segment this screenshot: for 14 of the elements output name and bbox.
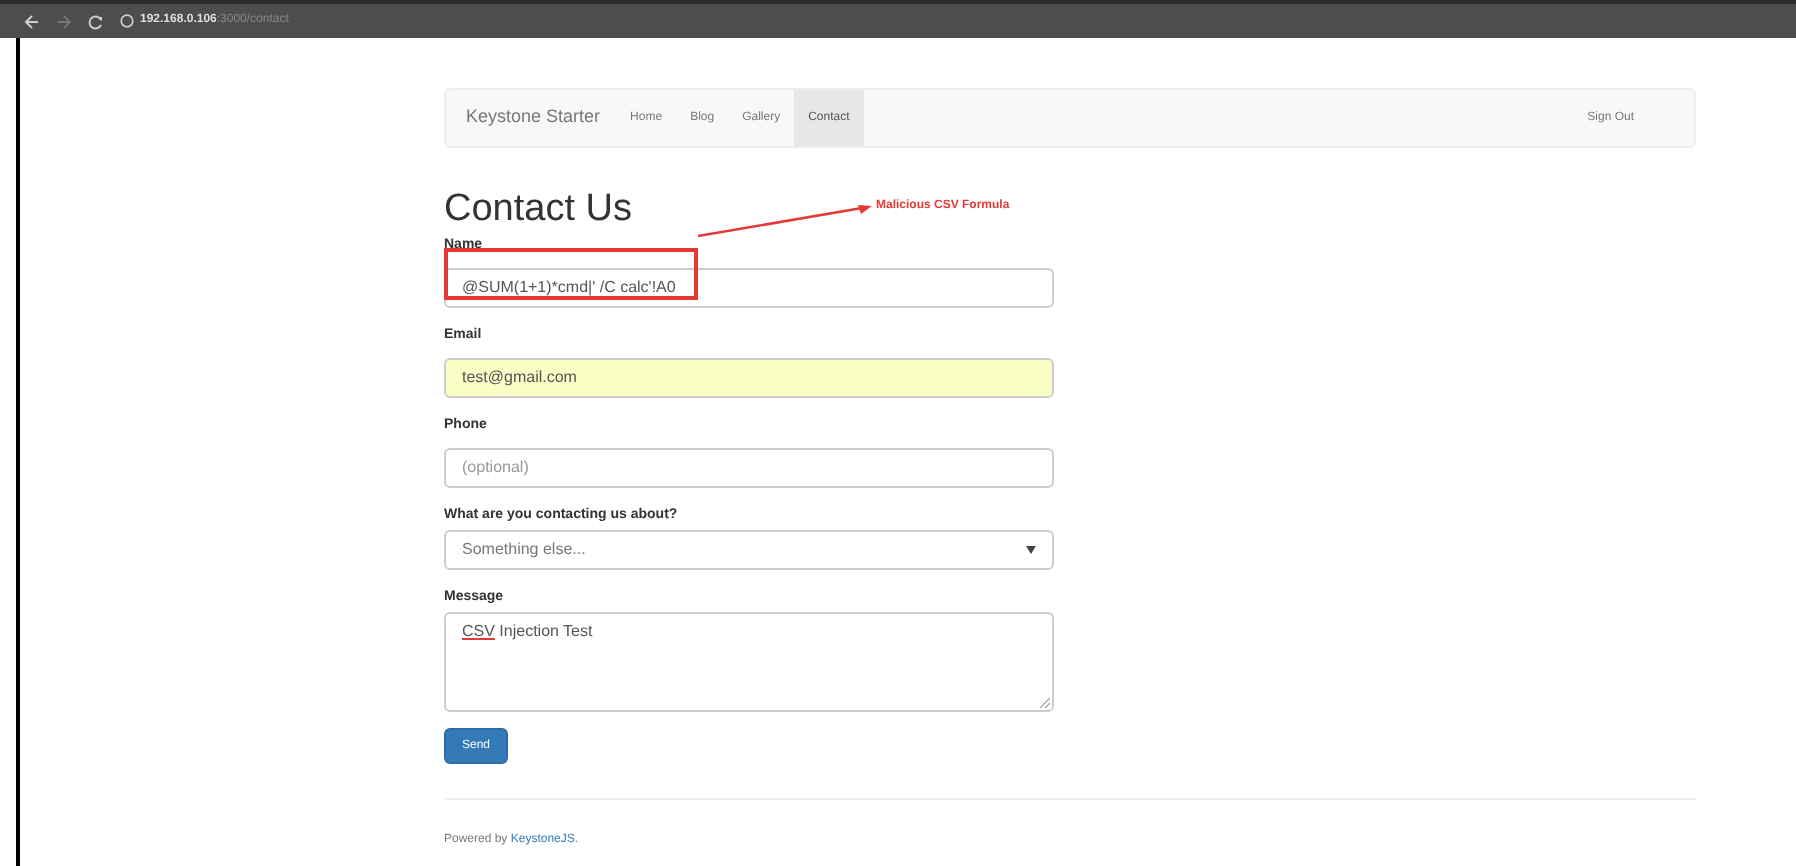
reload-icon[interactable] — [88, 13, 104, 29]
message-text: CSV Injection Test — [462, 622, 593, 640]
message-field[interactable]: CSV Injection Test — [444, 612, 1054, 712]
text-field[interactable]: @SUM(1+1)*cmd|' /C calc'!A0 — [444, 267, 1054, 307]
resize-handle-icon — [1040, 698, 1050, 708]
select-field[interactable]: Something else... — [444, 530, 1054, 570]
caret-icon — [1026, 546, 1036, 554]
select-value: Something else... — [462, 538, 586, 562]
page-title: Contact Us — [444, 188, 632, 232]
back-icon[interactable] — [24, 13, 40, 29]
text-field[interactable]: test@gmail.com — [444, 357, 1054, 397]
info-icon[interactable] — [120, 14, 134, 28]
brand-link[interactable]: Keystone Starter — [466, 104, 601, 132]
text-field[interactable]: (optional) — [444, 447, 1054, 487]
